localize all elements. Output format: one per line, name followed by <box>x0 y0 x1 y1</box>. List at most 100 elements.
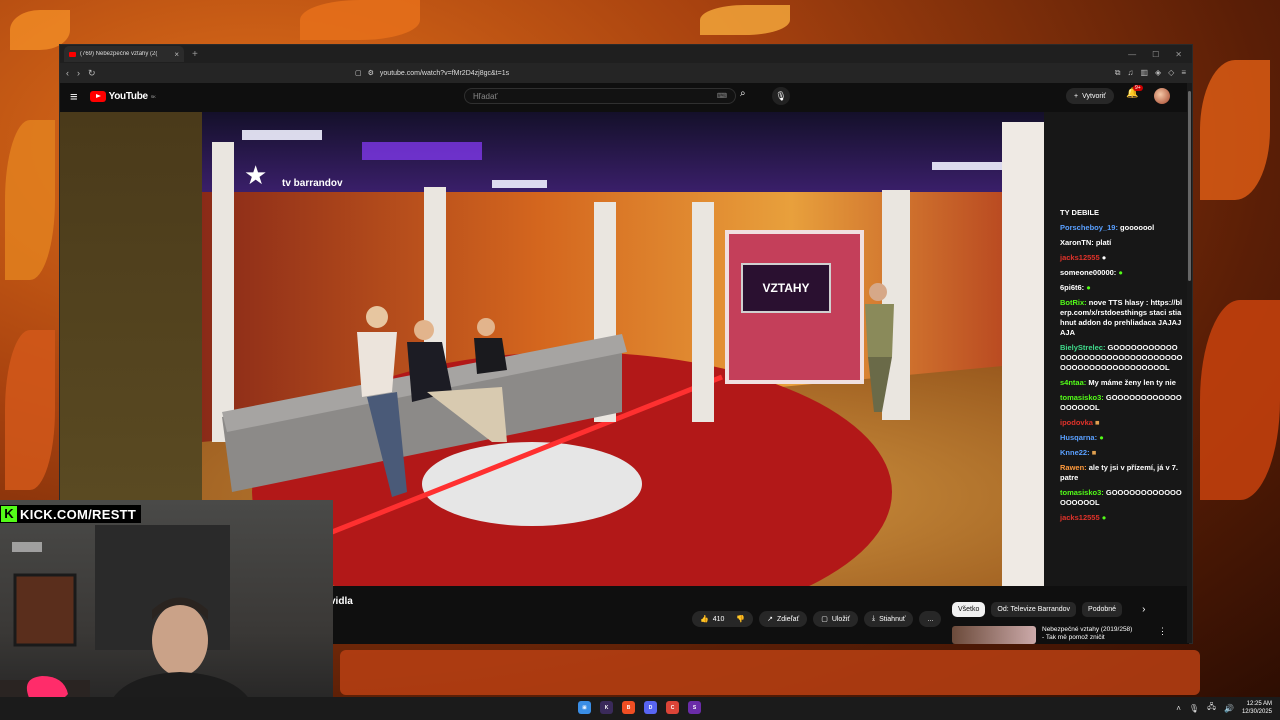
recommended-info: Nebezpečné vztahy (2019/258) - Tak mě po… <box>1042 626 1152 644</box>
chip-from-channel[interactable]: Od: Televize Barrandov <box>991 602 1077 617</box>
webcam-overlay <box>0 500 333 720</box>
share-button[interactable]: ↗ Zdieľať <box>759 611 808 627</box>
youtube-logo-text: YouTube <box>108 90 149 102</box>
date: 12/30/2025 <box>1241 709 1272 715</box>
youtube-logo[interactable]: YouTube SK <box>89 90 156 102</box>
streaming-app-icon[interactable]: S <box>688 701 701 714</box>
like-button[interactable]: 👍 410 👎 <box>692 611 754 627</box>
chat-username: Porscheboy_19: <box>1060 223 1118 232</box>
menu-icon[interactable]: ≡ <box>1181 68 1186 78</box>
chat-username: tomasisko3: <box>1060 393 1104 402</box>
chat-username: tomasisko3: <box>1060 488 1104 497</box>
new-tab-button[interactable]: + <box>192 49 198 60</box>
chat-message: BielyStrelec: GOOOOOOOOOOOOOOOOOOOOOOOOO… <box>1060 343 1183 373</box>
site-info-icon[interactable]: ⚙ <box>368 69 374 77</box>
chat-username: Knne22: <box>1060 448 1090 457</box>
chat-message: 6pi6t6: ● <box>1060 283 1183 293</box>
more-actions-button[interactable]: ... <box>919 611 942 627</box>
chat-username: XaronTN: <box>1060 238 1094 247</box>
minimize-icon[interactable]: — <box>1128 50 1136 59</box>
reload-icon[interactable]: ↻ <box>88 68 96 79</box>
tab-youtube[interactable]: (769) Nebezpečné vztahy (2( × <box>64 46 184 62</box>
bookmark-save-icon: ▢ <box>821 616 828 623</box>
chat-message: BotRix: nove TTS hlasy : https://blerp.c… <box>1060 298 1183 338</box>
sidebar-icon[interactable]: ▥ <box>1140 68 1148 78</box>
chat-message: Knne22: ■ <box>1060 448 1183 458</box>
emote-icon: ● <box>1101 253 1107 262</box>
maximize-icon[interactable]: ☐ <box>1152 50 1159 59</box>
like-count: 410 <box>712 615 725 623</box>
address-bar[interactable]: ▢ ⚙ youtube.com/watch?v=fMr2D4zj8gc&t=1s <box>355 66 875 80</box>
bookmark-icon[interactable]: ▢ <box>355 69 362 77</box>
chevron-right-icon[interactable]: › <box>1142 604 1145 615</box>
browser-toolbar-icons: ⧉ ♫ ▥ ◈ ◇ ≡ <box>1115 68 1186 78</box>
kick-app-icon[interactable]: K <box>600 701 613 714</box>
chat-message: jacks12555 ● <box>1060 253 1183 263</box>
share-icon: ↗ <box>767 616 773 623</box>
mic-tray-icon[interactable]: 🎙 <box>1189 704 1199 713</box>
chat-message: Husqarna: ● <box>1060 433 1183 443</box>
kick-logo-icon: K <box>1 506 17 522</box>
tab-bar: (769) Nebezpečné vztahy (2( × + — ☐ ✕ <box>60 45 1192 63</box>
avatar[interactable] <box>1154 88 1170 104</box>
create-button[interactable]: + Vytvoriť <box>1066 88 1114 104</box>
recommended-subtitle: - Tak mě pomož zničit <box>1042 634 1105 641</box>
hamburger-menu-icon[interactable]: ≡ <box>70 89 78 104</box>
chat-overlay: TY DEBILE Porscheboy_19: gooooool XaronT… <box>1044 112 1189 586</box>
emote-icon: ● <box>1101 513 1107 522</box>
chip-related[interactable]: Podobné <box>1082 602 1123 617</box>
video-title: vidla <box>330 596 353 607</box>
chat-header: TY DEBILE <box>1060 208 1100 217</box>
youtube-favicon-icon <box>69 51 76 57</box>
chat-username: BotRix: <box>1060 298 1087 307</box>
wallet-icon[interactable]: ◈ <box>1155 68 1161 78</box>
tab-title: (769) Nebezpečné vztahy (2( <box>80 51 158 57</box>
url-text: youtube.com/watch?v=fMr2D4zj8gc&t=1s <box>379 69 510 77</box>
filter-chips: Všetko Od: Televize Barrandov Podobné › <box>952 602 1145 617</box>
thumbs-down-icon[interactable]: 👎 <box>736 615 745 623</box>
close-window-icon[interactable]: ✕ <box>1175 50 1182 59</box>
tray-expand-icon[interactable]: ˄ <box>1176 704 1181 713</box>
search-icon[interactable]: ⌕ <box>740 88 746 99</box>
page-scrollbar[interactable] <box>1187 83 1192 643</box>
chat-username: jacks12555 <box>1060 513 1100 522</box>
discord-icon[interactable]: D <box>644 701 657 714</box>
window-controls: — ☐ ✕ <box>1128 50 1192 59</box>
chat-username: s4ntaa: <box>1060 378 1087 387</box>
microphone-icon[interactable]: 🎙 <box>772 87 790 105</box>
save-button[interactable]: ▢ Uložiť <box>813 611 858 627</box>
tv-star-logo-icon: ★ <box>244 160 267 190</box>
volume-icon[interactable]: 🔊 <box>1224 704 1234 713</box>
time: 12:25 AM <box>1246 701 1272 707</box>
download-button[interactable]: ⤓ Stiahnuť <box>864 611 914 627</box>
recommended-video[interactable]: Nebezpečné vztahy (2019/258) - Tak mě po… <box>952 626 1167 644</box>
media-icon[interactable]: ♫ <box>1127 68 1133 78</box>
network-icon[interactable]: 🖧 <box>1207 701 1216 715</box>
page-background-strip <box>60 112 202 501</box>
brave-browser-icon[interactable]: B <box>622 701 635 714</box>
extensions-icon[interactable]: ⧉ <box>1115 68 1121 78</box>
clock[interactable]: 12:25 AM 12/30/2025 <box>1242 700 1272 716</box>
close-tab-icon[interactable]: × <box>174 50 179 59</box>
recommended-thumbnail[interactable] <box>952 626 1036 644</box>
vpn-icon[interactable]: ◇ <box>1168 68 1174 78</box>
taskbar-apps: ⊞ K B D C S <box>578 701 701 714</box>
emote-icon: ● <box>1099 433 1104 442</box>
chat-text: My máme ženy len ty nie <box>1088 378 1176 387</box>
keyboard-icon[interactable]: ⌨ <box>717 92 727 100</box>
chrome-icon[interactable]: C <box>666 701 679 714</box>
back-icon[interactable]: ‹ <box>66 68 69 78</box>
taskbar: ⊞ K B D C S ˄ 🎙 🖧 🔊 12:25 AM 12/30/2025 <box>0 697 1280 720</box>
forward-icon[interactable]: › <box>77 68 80 78</box>
scrollbar-thumb[interactable] <box>1188 91 1191 281</box>
system-tray: ˄ 🎙 🖧 🔊 12:25 AM 12/30/2025 <box>1176 700 1272 716</box>
more-vert-icon[interactable]: ⋮ <box>1158 626 1167 644</box>
webcam-scene <box>0 525 258 720</box>
windows-start-icon[interactable]: ⊞ <box>578 701 591 714</box>
search-input[interactable]: Hľadať ⌨ <box>464 88 736 104</box>
notifications-bell-icon[interactable]: 🔔 9+ <box>1126 85 1143 99</box>
chat-message: jacks12555 ● <box>1060 513 1183 523</box>
chip-all[interactable]: Všetko <box>952 602 986 617</box>
chat-message: Porscheboy_19: gooooool <box>1060 223 1183 233</box>
chat-username: BielyStrelec: <box>1060 343 1106 352</box>
